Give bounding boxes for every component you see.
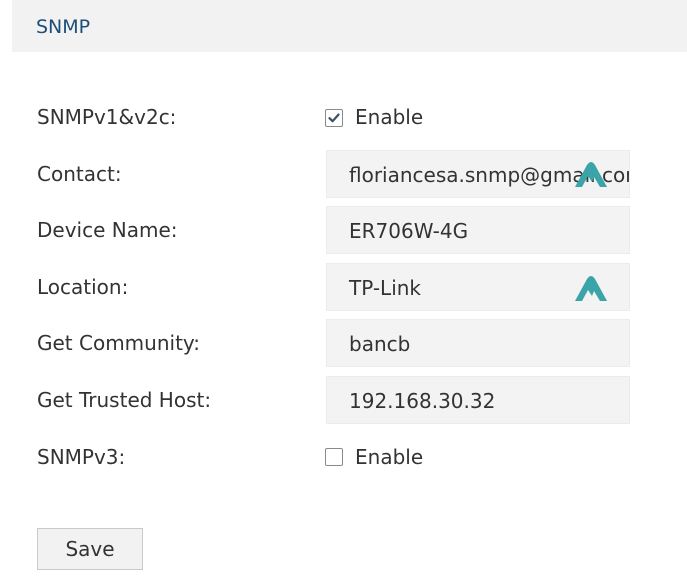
snmp-settings-page: SNMP SNMPv1&v2c: Enable Contact: florian… — [0, 0, 687, 586]
snmpv3-enable-label[interactable]: Enable — [355, 443, 423, 471]
section-header: SNMP — [12, 0, 687, 52]
device-name-value: ER706W-4G — [349, 219, 469, 243]
snmpv3-row: SNMPv3: Enable — [0, 442, 687, 472]
device-name-label: Device Name: — [37, 218, 178, 242]
get-trusted-host-value: 192.168.30.32 — [349, 389, 496, 413]
nordpass-autofill-icon[interactable] — [573, 273, 609, 305]
snmpv1v2c-label: SNMPv1&v2c: — [37, 105, 177, 129]
contact-label: Contact: — [37, 162, 122, 186]
nordpass-autofill-icon[interactable] — [573, 159, 609, 191]
contact-row: Contact: floriancesa.snmp@gmail.com — [0, 150, 687, 198]
get-trusted-host-input[interactable]: 192.168.30.32 — [326, 376, 630, 424]
snmpv3-enable-checkbox[interactable] — [325, 448, 343, 466]
snmpv1v2c-enable-label[interactable]: Enable — [355, 103, 423, 131]
device-name-row: Device Name: ER706W-4G — [0, 206, 687, 254]
get-trusted-host-label: Get Trusted Host: — [37, 388, 212, 412]
get-community-input[interactable]: bancb — [326, 319, 630, 367]
device-name-input[interactable]: ER706W-4G — [326, 206, 630, 254]
get-community-value: bancb — [349, 332, 411, 356]
snmpv1v2c-row: SNMPv1&v2c: Enable — [0, 102, 687, 132]
snmpv3-label: SNMPv3: — [37, 445, 126, 469]
section-title: SNMP — [36, 16, 91, 38]
location-label: Location: — [37, 275, 129, 299]
save-button[interactable]: Save — [37, 528, 143, 570]
checkmark-icon — [328, 113, 340, 123]
get-trusted-host-row: Get Trusted Host: 192.168.30.32 — [0, 376, 687, 424]
get-community-row: Get Community: bancb — [0, 319, 687, 367]
get-community-label: Get Community: — [37, 331, 201, 355]
location-row: Location: TP-Link — [0, 263, 687, 311]
snmpv1v2c-enable-checkbox[interactable] — [325, 109, 343, 127]
location-value: TP-Link — [349, 276, 422, 300]
